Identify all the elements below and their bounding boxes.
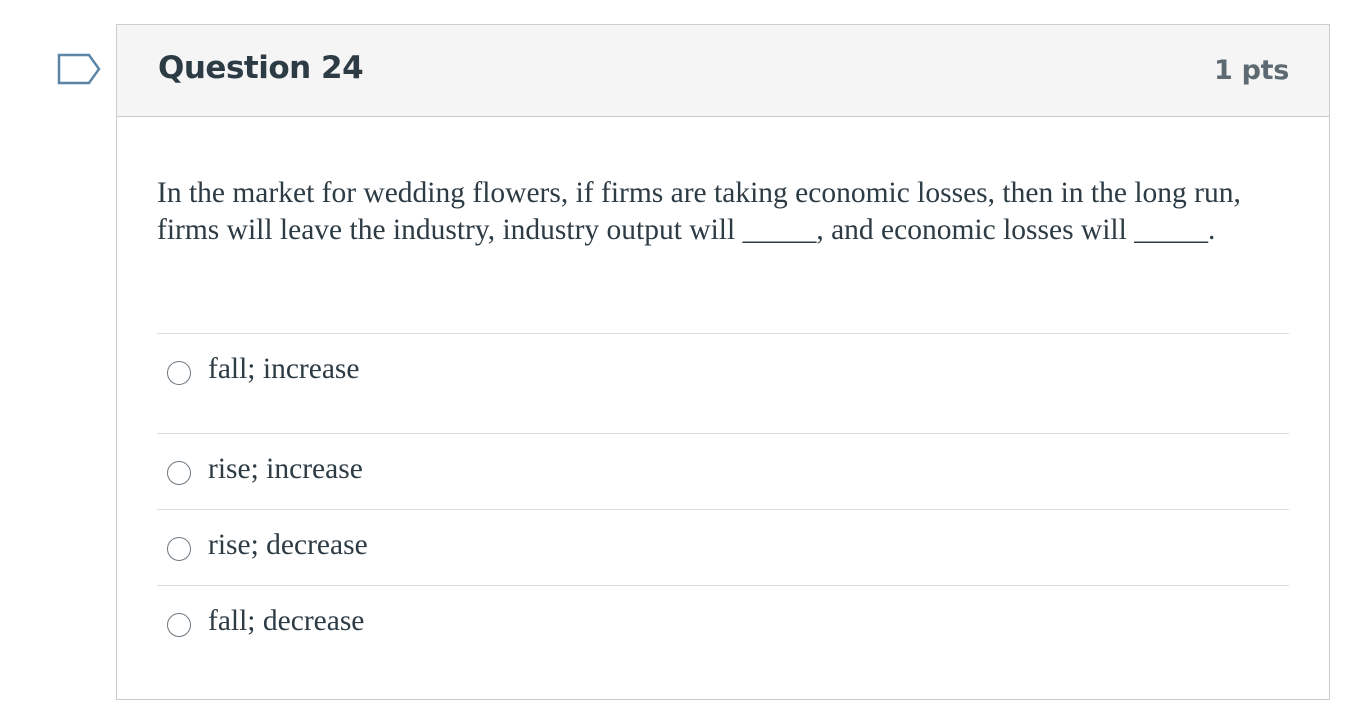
question-title: Question 24 — [158, 50, 364, 86]
radio-button[interactable] — [167, 537, 191, 561]
radio-button[interactable] — [167, 461, 191, 485]
answer-list: fall; increase rise; increase rise; decr… — [157, 333, 1289, 661]
quiz-page: Question 24 1 pts In the market for wedd… — [0, 0, 1351, 725]
answer-label[interactable]: fall; increase — [208, 353, 360, 386]
answer-option[interactable]: fall; decrease — [157, 585, 1289, 661]
question-header: Question 24 1 pts — [117, 25, 1329, 117]
question-text: In the market for wedding flowers, if fi… — [157, 177, 1241, 246]
radio-button[interactable] — [167, 361, 191, 385]
question-points: 1 pts — [1214, 55, 1289, 86]
answer-option[interactable]: rise; increase — [157, 433, 1289, 509]
answer-label[interactable]: fall; decrease — [208, 605, 364, 638]
answer-label[interactable]: rise; decrease — [208, 529, 368, 562]
bookmark-flag-icon[interactable] — [57, 53, 101, 85]
answer-option[interactable]: fall; increase — [157, 333, 1289, 433]
answer-label[interactable]: rise; increase — [208, 453, 363, 486]
radio-button[interactable] — [167, 613, 191, 637]
answer-option[interactable]: rise; decrease — [157, 509, 1289, 585]
